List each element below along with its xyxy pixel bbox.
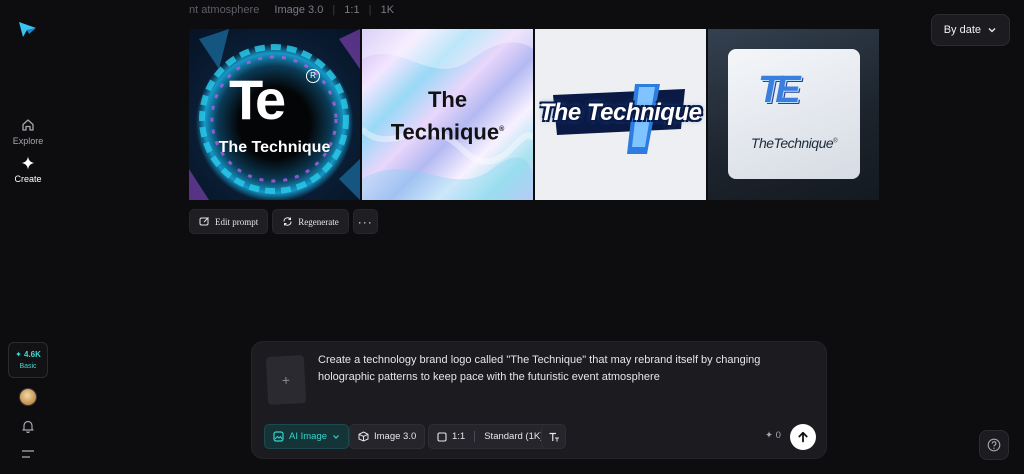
app-root: Explore Create ✦ 4.6K Basic nt atmospher… xyxy=(0,0,1024,474)
logo-line-2-text: Technique xyxy=(390,119,500,145)
generation-meta: nt atmosphere Image 3.0 | 1:1 | 1K xyxy=(189,4,394,16)
regenerate-label: Regenerate xyxy=(298,216,339,227)
quality-label: Standard (1K) xyxy=(484,431,544,442)
chevron-down-icon xyxy=(988,28,996,33)
logo-monogram: Te xyxy=(229,68,286,131)
registered-mark: ® xyxy=(499,126,505,133)
prompt-input[interactable]: Create a technology brand logo called "T… xyxy=(318,352,808,386)
ratio-label: 1:1 xyxy=(452,431,466,442)
sidebar-item-explore[interactable]: Explore xyxy=(0,117,56,146)
image-grid: Te R The Technique The Technique® The Te… xyxy=(189,29,879,200)
plan-label: Basic xyxy=(19,363,37,370)
edit-prompt-button[interactable]: Edit prompt xyxy=(189,209,269,234)
credits-badge[interactable]: ✦ 4.6K Basic xyxy=(8,342,48,378)
logo-caption: The Technique xyxy=(539,99,702,126)
meta-resolution: 1K xyxy=(380,4,395,16)
aspect-ratio-icon xyxy=(437,431,447,442)
registered-mark: R xyxy=(306,69,320,83)
ai-image-icon xyxy=(273,431,284,442)
more-options-button[interactable]: ··· xyxy=(352,209,378,234)
help-icon xyxy=(987,438,1001,452)
meta-model: Image 3.0 xyxy=(274,4,324,16)
model-label: Image 3.0 xyxy=(374,431,417,442)
regenerate-button[interactable]: Regenerate xyxy=(272,209,349,234)
sort-label: By date xyxy=(943,24,981,36)
meta-ratio: 1:1 xyxy=(344,4,360,16)
mode-label: AI Image xyxy=(289,431,328,442)
chevron-down-icon xyxy=(333,434,339,439)
help-button[interactable] xyxy=(979,430,1009,460)
prompt-panel: + Create a technology brand logo called … xyxy=(251,341,827,459)
add-reference-image-button[interactable]: + xyxy=(265,355,307,405)
logo-line-2: Technique® xyxy=(362,115,533,146)
text-style-button[interactable] xyxy=(541,424,566,449)
logo-monogram: TE xyxy=(758,69,800,111)
separator: | xyxy=(332,4,336,16)
sidebar: Explore Create ✦ 4.6K Basic xyxy=(0,0,56,474)
sidebar-item-create[interactable]: Create xyxy=(0,155,56,184)
arrow-up-icon xyxy=(798,431,808,443)
edit-prompt-label: Edit prompt xyxy=(215,216,259,227)
prompt-snippet: nt atmosphere xyxy=(189,4,260,16)
sidebar-item-label: Explore xyxy=(12,136,44,146)
credit-cost: ✦ 0 xyxy=(765,430,781,441)
registered-mark: ® xyxy=(833,138,838,145)
text-format-icon xyxy=(549,432,559,441)
divider xyxy=(474,431,476,442)
more-icon: ··· xyxy=(357,214,373,229)
sort-dropdown[interactable]: By date xyxy=(930,14,1010,46)
bell-icon[interactable] xyxy=(20,418,36,434)
logo-caption-text: TheTechnique xyxy=(750,135,834,151)
home-icon xyxy=(22,119,34,131)
logo-line-1: The xyxy=(427,87,468,112)
sparkle-icon xyxy=(21,156,35,170)
sidebar-item-label: Create xyxy=(14,174,42,184)
menu-icon[interactable] xyxy=(20,447,36,461)
brand-logo-icon[interactable] xyxy=(16,18,38,40)
mode-selector[interactable]: AI Image xyxy=(264,424,350,449)
generated-image-4[interactable]: TE TheTechnique® xyxy=(708,29,879,200)
refresh-icon xyxy=(283,217,292,226)
generated-image-2[interactable]: The Technique® xyxy=(362,29,533,200)
logo-caption: The Technique xyxy=(218,139,331,156)
credits-count: ✦ 4.6K xyxy=(15,350,41,359)
model-selector[interactable]: Image 3.0 xyxy=(349,424,426,449)
generated-image-3[interactable]: The Technique xyxy=(535,29,706,200)
avatar[interactable] xyxy=(19,388,37,406)
generated-image-1[interactable]: Te R The Technique xyxy=(189,29,360,200)
plus-icon: + xyxy=(281,371,291,389)
size-selector[interactable]: 1:1 Standard (1K) xyxy=(428,424,553,449)
logo-caption: TheTechnique® xyxy=(728,135,860,151)
cube-icon xyxy=(358,431,369,442)
edit-icon xyxy=(199,217,209,226)
separator: | xyxy=(368,4,372,16)
generate-button[interactable] xyxy=(790,424,816,450)
image-actions: Edit prompt Regenerate ··· xyxy=(189,209,378,234)
